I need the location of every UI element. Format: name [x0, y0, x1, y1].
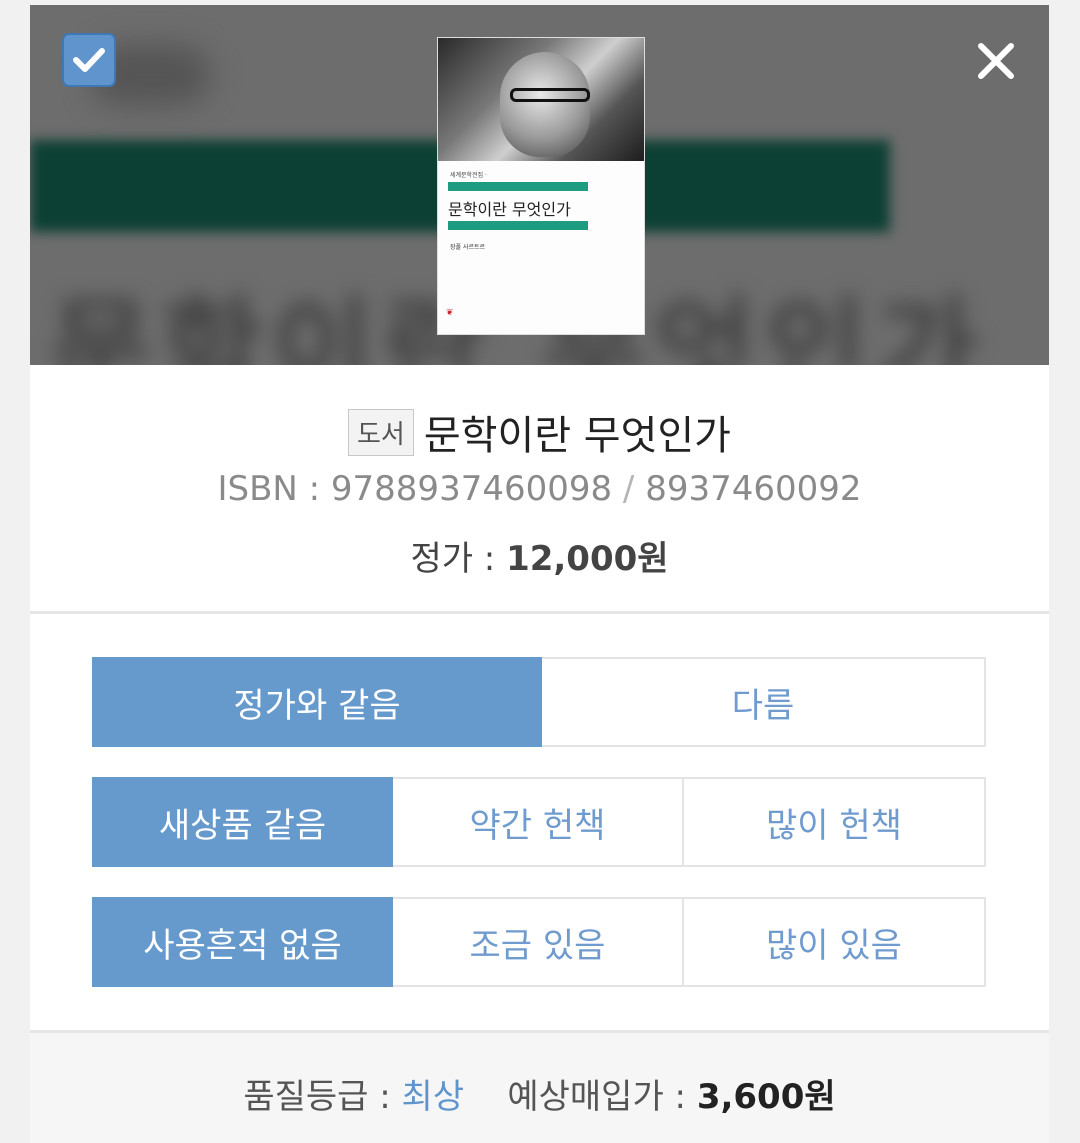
buy-price-label: 예상매입가 : [507, 1077, 697, 1117]
list-price-row: 정가 : 12,000원 [30, 531, 1049, 580]
option-label: 새상품 같음 [158, 805, 327, 846]
cover-band-bottom [448, 221, 588, 230]
option-label: 다름 [731, 685, 795, 726]
isbn-separator: / [612, 469, 646, 509]
isbn13: 9788937460098 [330, 469, 613, 509]
section-divider [30, 611, 1049, 614]
price-match-options: 정가와 같음 다름 [92, 657, 986, 747]
option-heavily-used[interactable]: 많이 헌책 [684, 777, 986, 867]
option-label: 조금 있음 [469, 925, 606, 966]
price-label: 정가 : [410, 539, 507, 579]
option-label: 많이 헌책 [766, 805, 902, 846]
book-info: 도서 문학이란 무엇인가 ISBN : 9788937460098 / 89374… [30, 365, 1049, 611]
title-row: 도서 문학이란 무엇인가 [30, 403, 1049, 461]
estimate-summary: 품질등급 : 최상 예상매입가 : 3,600원 [30, 1069, 1049, 1118]
isbn-label: ISBN : [217, 469, 331, 509]
cover-author: 장폴 사르트르 [450, 244, 486, 251]
book-cover-image: 세계문학전집 · 문학이란 무엇인가 장폴 사르트르 ❦ [437, 37, 645, 335]
option-slightly-used[interactable]: 약간 헌책 [393, 777, 684, 867]
cover-portrait [500, 52, 590, 157]
usage-options: 사용흔적 없음 조금 있음 많이 있음 [92, 897, 986, 987]
option-label: 사용흔적 없음 [143, 925, 342, 966]
book-card: 문학이란 무엇인가 세계문학전집 · 문학이란 무엇인가 장폴 사르트르 ❦ 도… [30, 5, 1049, 1143]
option-label: 많이 있음 [766, 925, 902, 966]
publisher-logo-icon: ❦ [446, 308, 454, 318]
select-checkbox[interactable] [62, 33, 116, 87]
grade-label: 품질등급 : [243, 1077, 402, 1117]
cover-title: 문학이란 무엇인가 [448, 200, 571, 219]
option-no-marks[interactable]: 사용흔적 없음 [92, 897, 393, 987]
close-icon [978, 43, 1014, 79]
condition-options: 새상품 같음 약간 헌책 많이 헌책 [92, 777, 986, 867]
option-price-different[interactable]: 다름 [542, 657, 986, 747]
close-button[interactable] [975, 40, 1017, 82]
cover-series: 세계문학전집 · [450, 172, 487, 179]
buy-price-value: 3,600원 [696, 1077, 836, 1117]
category-badge: 도서 [348, 408, 414, 456]
price-value: 12,000원 [506, 539, 669, 579]
cover-header: 문학이란 무엇인가 세계문학전집 · 문학이란 무엇인가 장폴 사르트르 ❦ [30, 5, 1049, 365]
estimate-footer: 품질등급 : 최상 예상매입가 : 3,600원 [30, 1030, 1049, 1143]
option-price-same[interactable]: 정가와 같음 [92, 657, 542, 747]
option-label: 정가와 같음 [233, 685, 401, 726]
cover-band-top [448, 182, 588, 191]
cover-photo [438, 38, 644, 161]
option-label: 약간 헌책 [469, 805, 606, 846]
book-title: 문학이란 무엇인가 [423, 413, 731, 459]
check-icon [73, 48, 105, 72]
grade-value: 최상 [401, 1077, 465, 1117]
option-like-new[interactable]: 새상품 같음 [92, 777, 393, 867]
cover-portrait-glasses [510, 88, 590, 102]
isbn10: 8937460092 [645, 469, 862, 509]
option-some-marks[interactable]: 조금 있음 [393, 897, 684, 987]
option-many-marks[interactable]: 많이 있음 [684, 897, 986, 987]
isbn-row: ISBN : 9788937460098 / 8937460092 [30, 469, 1049, 509]
